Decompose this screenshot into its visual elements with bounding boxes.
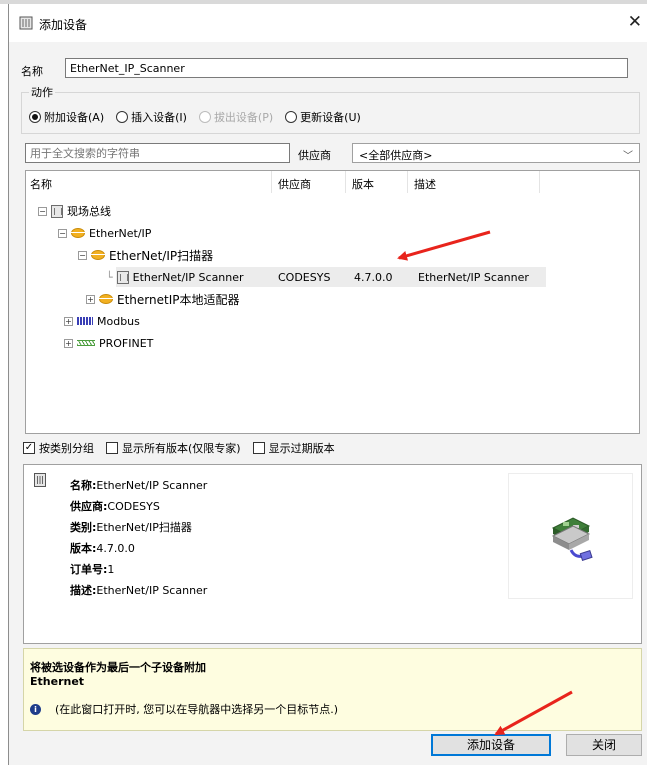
ethernet-ip-icon bbox=[91, 250, 105, 260]
radio-unplug-device: 拔出设备(P) bbox=[198, 109, 273, 125]
tree-node-ethernet-ip-scanner-category[interactable]: − EtherNet/IP扫描器 bbox=[78, 245, 213, 265]
collapse-toggle[interactable]: − bbox=[38, 206, 47, 216]
column-header-name[interactable]: 名称 bbox=[26, 171, 272, 193]
column-header-description[interactable]: 描述 bbox=[410, 171, 540, 193]
row-vendor-cell: CODESYS bbox=[278, 271, 331, 284]
tree-options-row: ✓ 按类别分组 显示所有版本(仅限专家) 显示过期版本 bbox=[23, 440, 347, 456]
add-device-button[interactable]: 添加设备 bbox=[431, 734, 551, 756]
name-label: 名称 bbox=[21, 65, 43, 78]
info-category: 类别:EtherNet/IP扫描器 bbox=[70, 521, 192, 534]
info-version: 版本:4.7.0.0 bbox=[70, 542, 135, 555]
title-bar: 添加设备 ✕ bbox=[9, 4, 647, 42]
dialog-title: 添加设备 bbox=[39, 18, 88, 32]
vendor-dropdown[interactable]: <全部供应商> ﹀ bbox=[352, 143, 640, 163]
help-tip: i (在此窗口打开时, 您可以在导航器中选择另一个目标节点.) bbox=[30, 701, 338, 717]
column-header-version[interactable]: 版本 bbox=[348, 171, 408, 193]
radio-indicator bbox=[29, 111, 41, 123]
expand-toggle[interactable]: + bbox=[64, 316, 73, 326]
tree-node-ethernet-ip-scanner[interactable]: └ EtherNet/IP Scanner bbox=[106, 267, 244, 287]
modbus-icon bbox=[77, 317, 93, 325]
info-icon: i bbox=[30, 703, 41, 715]
close-icon[interactable]: ✕ bbox=[628, 12, 642, 32]
checkbox-group-by-category[interactable]: ✓ 按类别分组 bbox=[23, 440, 94, 456]
expand-toggle[interactable]: + bbox=[64, 338, 73, 348]
action-group-legend: 动作 bbox=[29, 84, 55, 100]
radio-indicator bbox=[285, 111, 298, 123]
tree-node-ethernet-ip[interactable]: − EtherNet/IP bbox=[58, 223, 151, 243]
info-description: 描述:EtherNet/IP Scanner bbox=[70, 584, 208, 597]
device-tree: 名称 供应商 版本 描述 − 现场总线 − EtherNet/IP − Ethe… bbox=[25, 170, 640, 434]
tree-node-profinet[interactable]: + PROFINET bbox=[64, 333, 153, 353]
radio-update-device[interactable]: 更新设备(U) bbox=[285, 109, 361, 125]
help-panel: 将被选设备作为最后一个子设备附加 Ethernet i (在此窗口打开时, 您可… bbox=[23, 648, 642, 731]
device-icon bbox=[34, 473, 46, 487]
radio-insert-device[interactable]: 插入设备(I) bbox=[116, 109, 187, 125]
ethernet-ip-icon bbox=[99, 294, 113, 304]
collapse-toggle[interactable]: − bbox=[58, 228, 67, 238]
expand-toggle[interactable]: + bbox=[86, 294, 95, 304]
help-subtitle: Ethernet bbox=[30, 675, 85, 688]
tree-node-fieldbus[interactable]: − 现场总线 bbox=[38, 201, 111, 221]
help-title: 将被选设备作为最后一个子设备附加 bbox=[30, 661, 206, 674]
checkbox-box bbox=[106, 442, 118, 454]
device-name-input[interactable] bbox=[65, 58, 628, 78]
collapse-toggle[interactable]: − bbox=[78, 250, 87, 260]
radio-indicator bbox=[116, 111, 129, 123]
column-header-vendor[interactable]: 供应商 bbox=[274, 171, 346, 193]
checkbox-box bbox=[252, 442, 265, 454]
device-icon bbox=[51, 204, 63, 218]
row-description-cell: EtherNet/IP Scanner bbox=[418, 271, 529, 284]
info-vendor: 供应商:CODESYS bbox=[70, 500, 160, 513]
device-image bbox=[508, 473, 633, 599]
ethernet-ip-icon bbox=[71, 228, 85, 238]
device-icon bbox=[116, 270, 129, 284]
device-icon bbox=[19, 16, 33, 30]
checkmark-icon: ✓ bbox=[23, 442, 35, 454]
tree-node-ethernetip-local-adapter[interactable]: + EthernetIP本地适配器 bbox=[86, 289, 239, 309]
device-info-panel: 名称:EtherNet/IP Scanner 供应商:CODESYS 类别:Et… bbox=[23, 464, 642, 644]
vendor-selected-value: <全部供应商> bbox=[359, 149, 433, 162]
checkbox-show-outdated-versions[interactable]: 显示过期版本 bbox=[252, 440, 335, 456]
action-radio-row: 附加设备(A) 插入设备(I) 拔出设备(P) 更新设备(U) bbox=[29, 109, 373, 125]
info-order-number: 订单号:1 bbox=[70, 563, 115, 576]
row-version-cell: 4.7.0.0 bbox=[354, 271, 393, 284]
checkbox-show-all-versions[interactable]: 显示所有版本(仅限专家) bbox=[106, 440, 241, 456]
tree-connector: └ bbox=[106, 270, 113, 284]
vendor-label: 供应商 bbox=[298, 149, 331, 162]
close-button[interactable]: 关闭 bbox=[566, 734, 642, 756]
chevron-down-icon: ﹀ bbox=[623, 151, 633, 162]
info-name: 名称:EtherNet/IP Scanner bbox=[70, 479, 208, 492]
profinet-icon bbox=[77, 340, 95, 346]
radio-indicator bbox=[198, 111, 211, 123]
search-input[interactable] bbox=[25, 143, 290, 163]
radio-append-device[interactable]: 附加设备(A) bbox=[29, 109, 104, 125]
add-device-dialog: 添加设备 ✕ 名称 动作 附加设备(A) 插入设备(I) 拔出设备(P) 更新设… bbox=[8, 4, 647, 765]
tree-node-modbus[interactable]: + Modbus bbox=[64, 311, 140, 331]
